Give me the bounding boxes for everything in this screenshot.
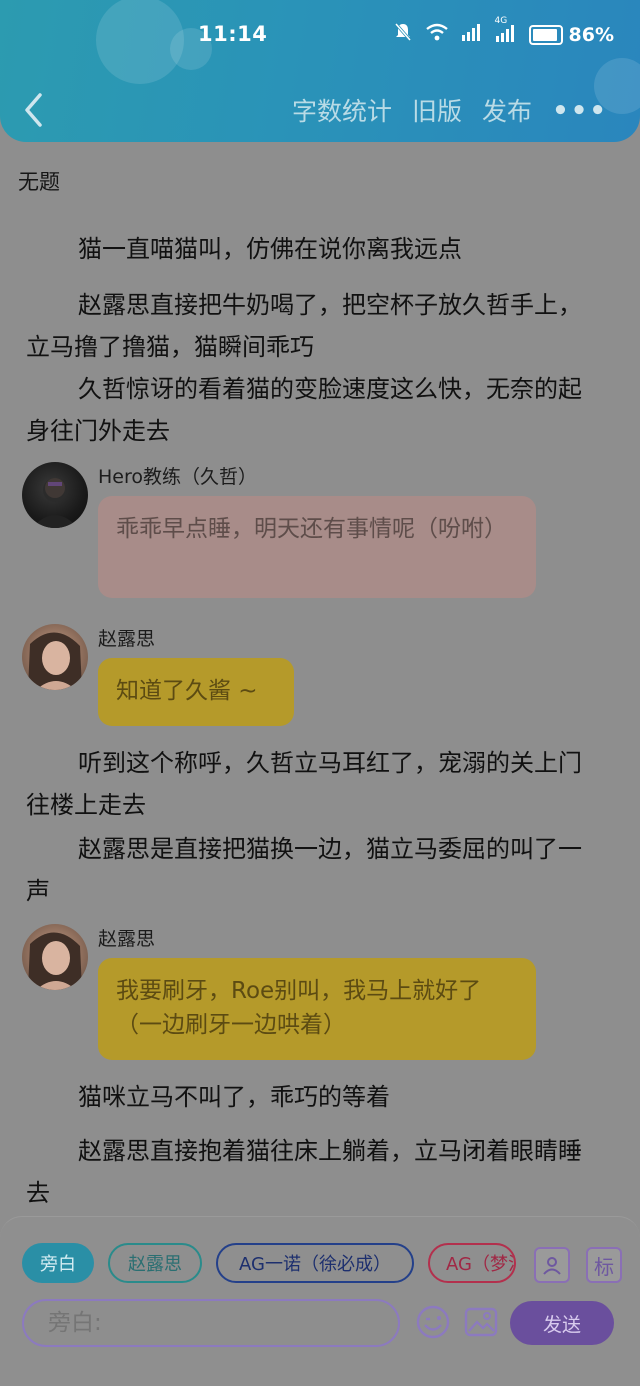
speaker-name: 赵露思 [98, 628, 156, 650]
role-chip-narration[interactable]: 旁白 [22, 1243, 94, 1283]
narration-paragraph: 猫咪立马不叫了，乖巧的等着 [78, 1083, 390, 1111]
story-title: 无题 [18, 170, 60, 194]
battery-icon [528, 24, 563, 45]
header-actions: 字数统计 旧版 发布 [292, 92, 532, 128]
top-header: 11:14 4G 86% 字数统计 旧版 发布 ••• [0, 0, 640, 142]
narration-paragraph: 赵露思直接抱着猫往床上躺着，立马闭着眼睛睡去 [26, 1137, 582, 1207]
dialogue-bubble[interactable]: 我要刷牙，Roe别叫，我马上就好了（一边刷牙一边哄着） [98, 958, 536, 1060]
image-icon[interactable] [462, 1303, 500, 1341]
speaker-name: Hero教练（久哲） [98, 466, 257, 488]
emoji-icon[interactable] [414, 1303, 452, 1341]
battery-percent: 86% [568, 23, 614, 46]
dialogue-bubble[interactable]: 知道了久酱 ~ [98, 658, 294, 726]
dialogue-input[interactable] [22, 1299, 400, 1347]
status-time: 11:14 [198, 22, 268, 46]
avatar[interactable] [22, 462, 88, 528]
tag-button[interactable]: 标 [586, 1247, 622, 1283]
dialogue-bubble[interactable]: 乖乖早点睡，明天还有事情呢（吩咐） [98, 496, 536, 598]
battery-indicator: 86% [528, 23, 614, 46]
signal-4g-icon: 4G [495, 16, 517, 45]
status-icons: 4G 86% [393, 16, 614, 47]
role-chip-zhaolusi[interactable]: 赵露思 [108, 1243, 202, 1283]
word-count-button[interactable]: 字数统计 [292, 92, 392, 128]
chevron-left-icon [25, 93, 42, 127]
role-chip-ag-yinuo[interactable]: AG一诺（徐必成） [216, 1243, 414, 1283]
signal-icon [461, 23, 483, 46]
add-role-icon[interactable] [534, 1247, 570, 1283]
avatar[interactable] [22, 624, 88, 690]
old-version-button[interactable]: 旧版 [412, 92, 462, 128]
editor-toolbar: 旁白 赵露思 AG一诺（徐必成） AG（梦泪） 标 发送 [0, 1216, 640, 1386]
send-button[interactable]: 发送 [510, 1301, 614, 1345]
avatar[interactable] [22, 924, 88, 990]
narration-paragraph: 听到这个称呼，久哲立马耳红了，宠溺的关上门往楼上走去 [26, 749, 582, 819]
narration-paragraph: 久哲惊讶的看着猫的变脸速度这么快，无奈的起身往门外走去 [26, 375, 582, 445]
role-chip-ag-mengle[interactable]: AG（梦泪） [428, 1243, 516, 1283]
narration-paragraph: 猫一直喵猫叫，仿佛在说你离我远点 [78, 235, 462, 263]
wifi-icon [425, 23, 449, 46]
back-button[interactable] [22, 90, 50, 130]
story-content[interactable]: 无题 猫一直喵猫叫，仿佛在说你离我远点 赵露思直接把牛奶喝了，把空杯子放久哲手上… [0, 142, 640, 1216]
mute-bell-icon [393, 22, 413, 47]
narration-paragraph: 赵露思直接把牛奶喝了，把空杯子放久哲手上，立马撸了撸猫，猫瞬间乖巧 [26, 291, 582, 361]
narration-paragraph: 赵露思是直接把猫换一边，猫立马委屈的叫了一声 [26, 835, 582, 905]
publish-button[interactable]: 发布 [482, 92, 532, 128]
speaker-name: 赵露思 [98, 928, 156, 950]
more-menu-button[interactable]: ••• [552, 96, 608, 126]
